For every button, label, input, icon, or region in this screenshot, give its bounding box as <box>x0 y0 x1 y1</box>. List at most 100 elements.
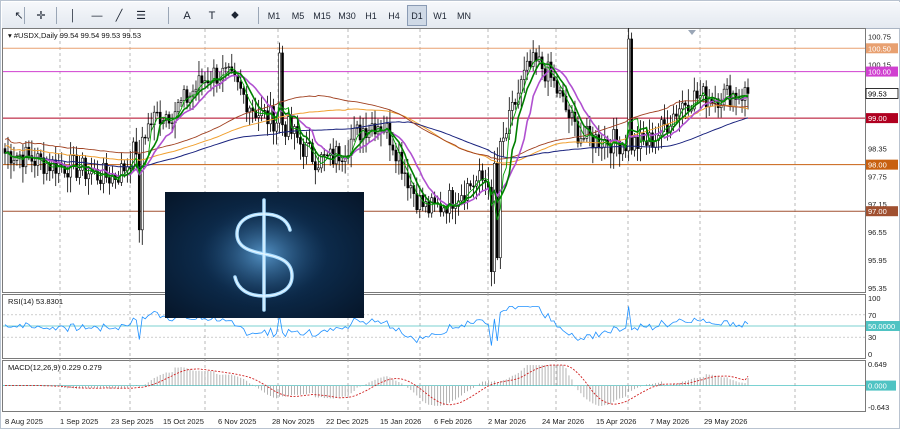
candle-body[interactable] <box>519 79 523 94</box>
candle-body[interactable] <box>146 123 150 139</box>
candle-body[interactable] <box>331 148 335 165</box>
candle-body[interactable] <box>663 119 666 125</box>
candle-body[interactable] <box>155 111 159 114</box>
chart-scroll-arrow-icon[interactable] <box>688 30 696 35</box>
timeframe-m1-button[interactable]: M1 <box>264 5 284 26</box>
candle-body[interactable] <box>400 151 404 174</box>
candle-body[interactable] <box>376 126 380 135</box>
candle-body[interactable] <box>108 177 111 184</box>
candle-body[interactable] <box>87 173 90 180</box>
candle-body[interactable] <box>248 107 251 113</box>
horizontal-line-icon[interactable]: — <box>88 5 106 26</box>
candle-body[interactable] <box>409 185 413 189</box>
candle-body[interactable] <box>200 75 204 84</box>
candle-body[interactable] <box>12 160 16 164</box>
crosshair-icon[interactable]: ✛ <box>32 5 50 26</box>
candle-body[interactable] <box>687 104 690 112</box>
candle-body[interactable] <box>722 88 726 106</box>
candle-body[interactable] <box>337 146 341 162</box>
chart-area[interactable]: ▾ #USDX,Daily 99.54 99.54 99.53 99.53 100… <box>0 28 900 429</box>
candle-body[interactable] <box>394 149 398 162</box>
candle-body[interactable] <box>293 126 296 134</box>
candle-body[interactable] <box>633 137 636 151</box>
candle-body[interactable] <box>185 89 189 103</box>
candle-body[interactable] <box>406 172 410 189</box>
timeframe-mn-button[interactable]: MN <box>453 5 475 26</box>
candle-body[interactable] <box>36 153 40 166</box>
candle-body[interactable] <box>224 67 228 69</box>
candle-body[interactable] <box>239 81 243 89</box>
candle-body[interactable] <box>522 69 526 80</box>
candle-body[interactable] <box>48 163 52 172</box>
timeframe-d1-button[interactable]: D1 <box>407 5 427 26</box>
candle-body[interactable] <box>137 153 141 231</box>
candle-body[interactable] <box>567 109 571 118</box>
candle-body[interactable] <box>182 89 186 101</box>
fibonacci-icon[interactable]: ☰ <box>132 5 150 26</box>
candle-body[interactable] <box>448 190 451 214</box>
candle-body[interactable] <box>84 157 87 180</box>
candle-body[interactable] <box>496 163 499 259</box>
candle-body[interactable] <box>731 92 735 107</box>
timeframe-m5-button[interactable]: M5 <box>288 5 308 26</box>
text-icon[interactable]: A <box>178 5 196 26</box>
trend-line-icon[interactable]: ╱ <box>110 5 128 26</box>
candle-body[interactable] <box>675 113 678 117</box>
timeframe-m30-button[interactable]: M30 <box>336 5 358 26</box>
candle-body[interactable] <box>45 163 49 174</box>
candle-body[interactable] <box>99 179 102 184</box>
candle-body[interactable] <box>340 160 344 163</box>
candle-body[interactable] <box>170 122 174 125</box>
candle-body[interactable] <box>27 146 31 156</box>
candle-body[interactable] <box>582 138 586 140</box>
candle-body[interactable] <box>684 102 687 106</box>
candle-body[interactable] <box>403 172 407 174</box>
candle-body[interactable] <box>299 137 302 145</box>
candle-body[interactable] <box>281 52 284 126</box>
candle-body[interactable] <box>81 157 84 171</box>
candle-body[interactable] <box>325 154 329 157</box>
candle-body[interactable] <box>123 163 126 172</box>
candle-body[interactable] <box>502 137 505 142</box>
timeframe-h4-button[interactable]: H4 <box>384 5 404 26</box>
candle-body[interactable] <box>505 133 508 139</box>
timeframe-w1-button[interactable]: W1 <box>430 5 450 26</box>
candle-body[interactable] <box>314 161 317 171</box>
vertical-line-icon[interactable]: │ <box>64 5 82 26</box>
candle-body[interactable] <box>317 167 320 171</box>
candle-body[interactable] <box>433 197 436 203</box>
candle-body[interactable] <box>149 123 153 126</box>
candle-body[interactable] <box>140 136 144 231</box>
candle-body[interactable] <box>227 66 231 68</box>
candle-body[interactable] <box>681 102 684 110</box>
candle-body[interactable] <box>618 140 621 155</box>
candle-body[interactable] <box>257 115 260 118</box>
candle-body[interactable] <box>284 124 287 137</box>
candle-body[interactable] <box>194 88 198 92</box>
candle-body[interactable] <box>287 116 290 137</box>
candle-body[interactable] <box>469 183 472 187</box>
candle-body[interactable] <box>245 94 248 113</box>
candle-body[interactable] <box>472 185 475 188</box>
candle-body[interactable] <box>513 101 517 105</box>
candle-body[interactable] <box>302 143 305 157</box>
candle-body[interactable] <box>460 195 463 202</box>
candle-body[interactable] <box>555 80 559 94</box>
candle-body[interactable] <box>746 87 750 94</box>
candle-body[interactable] <box>242 88 246 95</box>
candle-body[interactable] <box>352 128 356 140</box>
candle-body[interactable] <box>179 100 183 103</box>
candle-body[interactable] <box>493 163 496 273</box>
timeframe-h1-button[interactable]: H1 <box>361 5 381 26</box>
candle-body[interactable] <box>391 144 395 151</box>
candle-body[interactable] <box>176 102 180 113</box>
candle-body[interactable] <box>430 197 434 214</box>
candle-body[interactable] <box>725 85 729 90</box>
candle-body[interactable] <box>510 101 514 111</box>
candle-body[interactable] <box>9 151 13 164</box>
cursor-icon[interactable]: ↖ <box>10 5 28 26</box>
candle-body[interactable] <box>558 90 562 94</box>
candle-body[interactable] <box>143 136 147 139</box>
candle-body[interactable] <box>21 154 25 168</box>
candle-body[interactable] <box>525 60 529 71</box>
